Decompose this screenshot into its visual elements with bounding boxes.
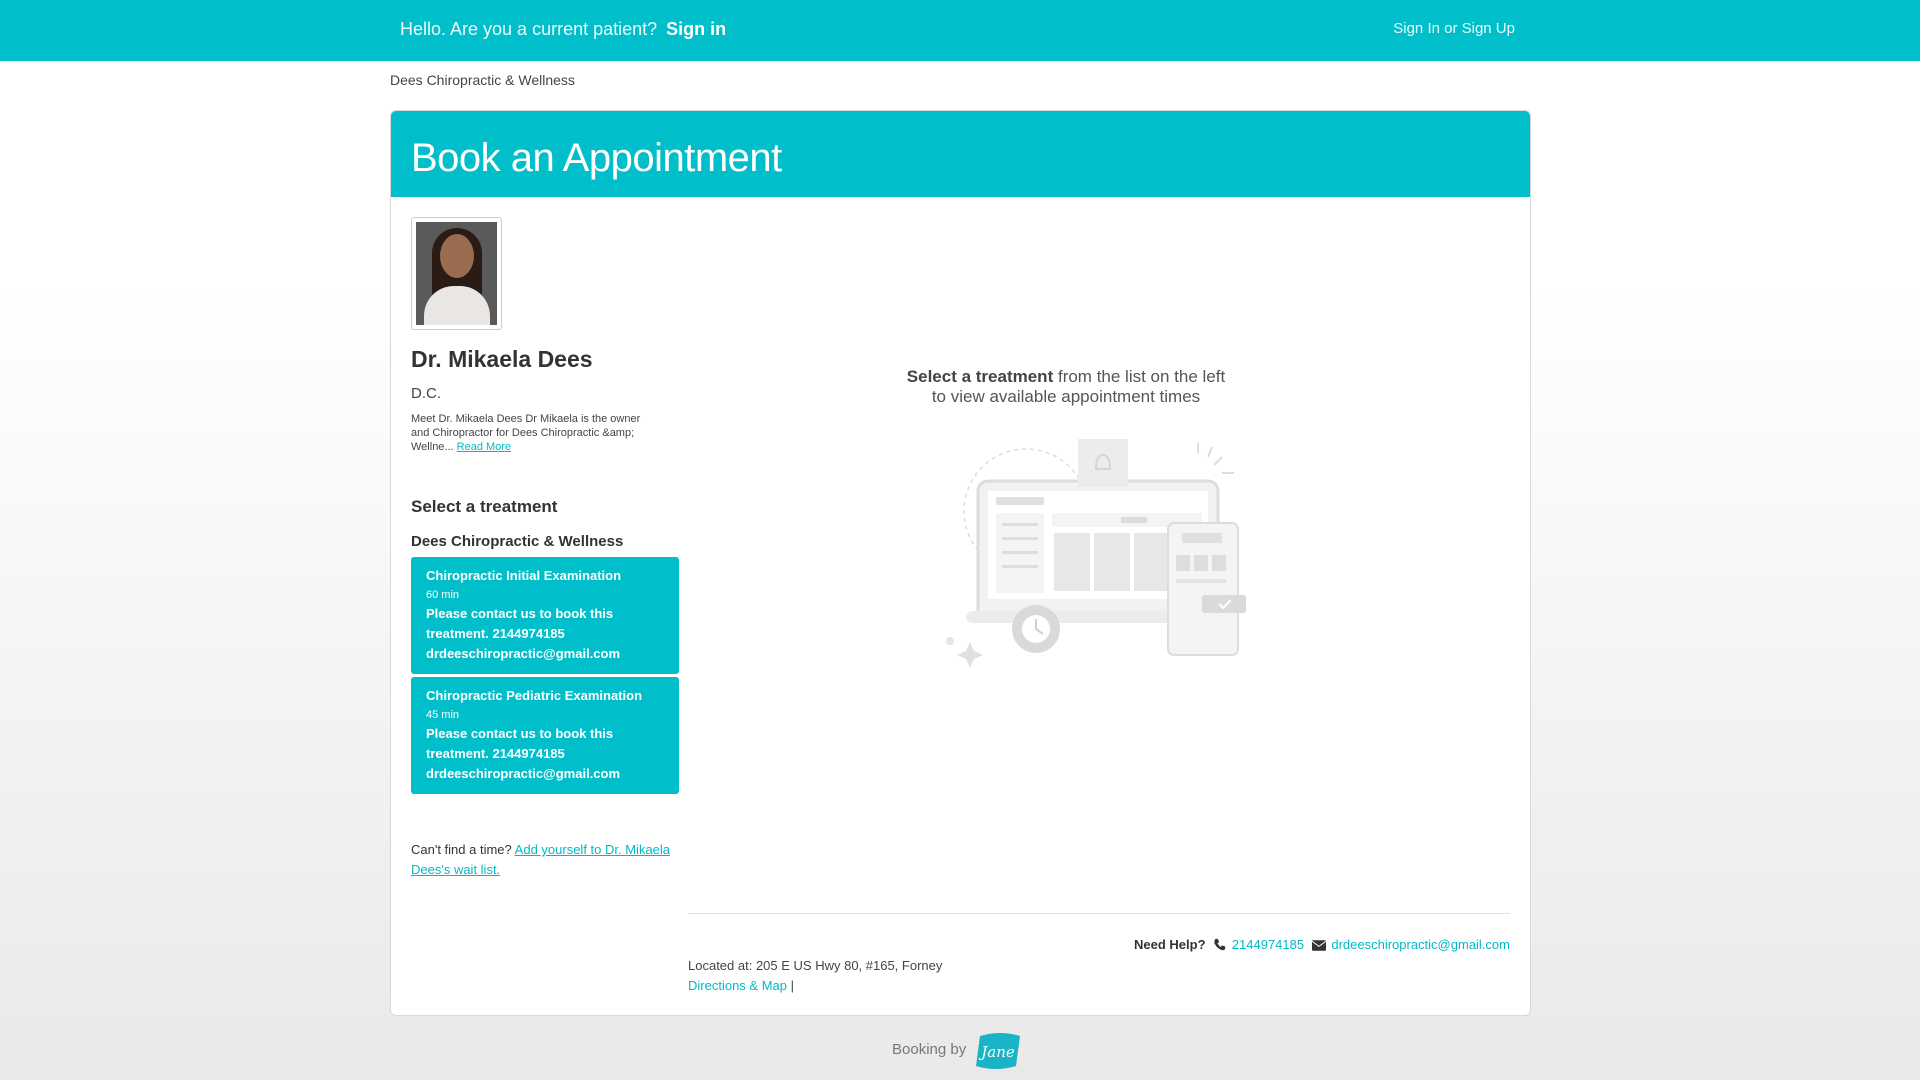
breadcrumb: Dees Chiropractic & Wellness	[390, 72, 575, 88]
location-separator: |	[790, 978, 794, 993]
practitioner-bio: Meet Dr. Mikaela Dees Dr Mikaela is the …	[411, 412, 661, 454]
page-title: Book an Appointment	[411, 136, 782, 180]
waitlist-text: Can't find a time?	[411, 842, 512, 857]
card-header: Book an Appointment	[391, 111, 1530, 197]
footer-divider	[688, 913, 1510, 914]
location-address: Located at: 205 E US Hwy 80, #165, Forne…	[688, 958, 943, 973]
help-contact: Need Help? 2144974185 drdeeschiropractic…	[1134, 937, 1510, 954]
booking-by-footer: Booking by Jane	[892, 1030, 1022, 1070]
svg-text:Jane: Jane	[979, 1043, 1016, 1061]
empty-state-bold: Select a treatment	[906, 367, 1054, 386]
practitioner-credentials: D.C.	[411, 385, 441, 402]
read-more-link[interactable]: Read More	[457, 441, 511, 453]
practitioner-name: Dr. Mikaela Dees	[411, 346, 593, 372]
clinic-location: Located at: 205 E US Hwy 80, #165, Forne…	[688, 956, 942, 996]
email-link[interactable]: drdeeschiropractic@gmail.com	[1331, 937, 1510, 952]
treatment-name: Chiropractic Initial Examination	[426, 568, 622, 583]
treatment-item[interactable]: Chiropractic Pediatric Examination 45 mi…	[411, 677, 679, 794]
treatment-note: Please contact us to book this treatment…	[426, 606, 621, 661]
need-help-label: Need Help?	[1134, 937, 1206, 952]
treatment-duration: 60 min	[426, 589, 460, 601]
practitioner-photo	[416, 222, 497, 325]
treatment-note: Please contact us to book this treatment…	[426, 726, 621, 781]
bio-text: Meet Dr. Mikaela Dees Dr Mikaela is the …	[411, 413, 641, 453]
phone-link[interactable]: 2144974185	[1232, 937, 1304, 952]
clinic-name: Dees Chiropractic & Wellness	[411, 533, 624, 550]
directions-link[interactable]: Directions & Map	[688, 978, 787, 993]
empty-state-message: Select a treatment from the list on the …	[906, 367, 1226, 407]
treatment-duration: 45 min	[426, 709, 460, 721]
select-treatment-heading: Select a treatment	[411, 497, 558, 516]
treatment-name: Chiropractic Pediatric Examination	[426, 688, 643, 703]
waitlist-prompt: Can't find a time? Add yourself to Dr. M…	[411, 840, 681, 880]
greeting-text: Hello. Are you a current patient?	[400, 19, 658, 39]
treatment-item[interactable]: Chiropractic Initial Examination 60 min …	[411, 557, 679, 674]
top-bar: Hello. Are you a current patient? Sign i…	[0, 0, 1920, 61]
patient-greeting: Hello. Are you a current patient? Sign i…	[400, 19, 726, 40]
sign-in-link[interactable]: Sign in	[666, 19, 726, 39]
jane-logo[interactable]: Jane	[974, 1030, 1022, 1070]
sign-in-or-sign-up-link[interactable]: Sign In or Sign Up	[1393, 20, 1515, 37]
calendar-illustration	[946, 439, 1246, 668]
envelope-icon	[1311, 939, 1327, 954]
booking-card: Book an Appointment Dr. Mikaela Dees D.C…	[390, 110, 1531, 1016]
phone-icon	[1213, 938, 1226, 954]
practitioner-column: Dr. Mikaela Dees D.C. Meet Dr. Mikaela D…	[411, 217, 681, 880]
avatar	[411, 217, 502, 330]
booking-by-text: Booking by	[892, 1040, 967, 1058]
